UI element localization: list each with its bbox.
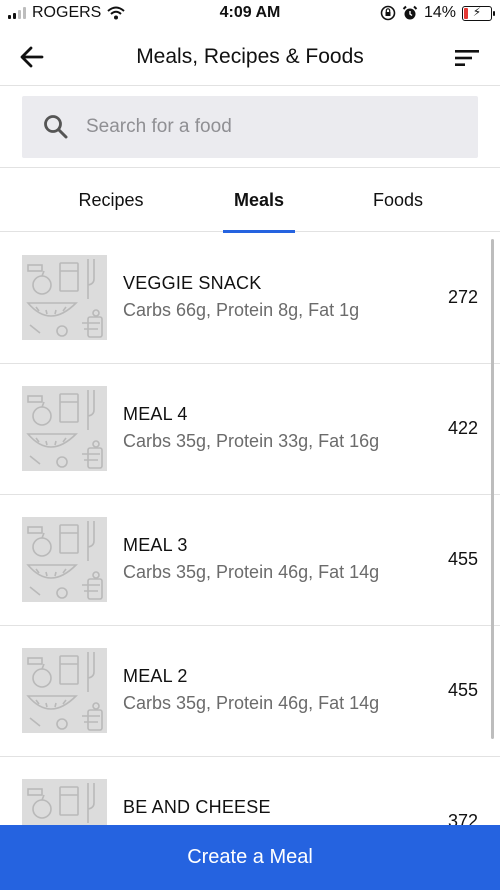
- status-right: 14% ⚡: [380, 4, 495, 22]
- meal-calories: 455: [447, 549, 478, 569]
- meal-name: MEAL 2: [123, 666, 188, 686]
- meal-calories: 272: [447, 287, 478, 307]
- meal-name: BE AND CHEESE: [123, 797, 271, 817]
- tab-meals[interactable]: Meals: [189, 168, 329, 233]
- meal-placeholder-image: [22, 779, 107, 825]
- tab-label: Meals: [233, 189, 285, 210]
- meal-row[interactable]: MEAL 3 Carbs 35g, Protein 46g, Fat 14g 4…: [0, 495, 500, 626]
- meal-placeholder-image: [22, 386, 107, 471]
- meal-row[interactable]: MEAL 4 Carbs 35g, Protein 33g, Fat 16g 4…: [0, 364, 500, 495]
- meal-row[interactable]: MEAL 2 Carbs 35g, Protein 46g, Fat 14g 4…: [0, 626, 500, 757]
- battery-percent: 14%: [423, 4, 456, 21]
- search-section: [0, 86, 500, 168]
- alarm-icon: [402, 5, 418, 20]
- meal-row[interactable]: BE AND CHEESE 372: [0, 757, 500, 825]
- list-scrollbar[interactable]: [491, 239, 494, 739]
- app-header: Meals, Recipes & Foods: [0, 28, 500, 86]
- meal-placeholder-image: [22, 517, 107, 602]
- meal-row[interactable]: VEGGIE SNACK Carbs 66g, Protein 8g, Fat …: [0, 233, 500, 364]
- status-bar: ROGERS 4:09 AM 14% ⚡: [0, 0, 500, 28]
- charging-bolt-icon: ⚡: [472, 4, 482, 19]
- sort-button[interactable]: [452, 43, 482, 73]
- search-input[interactable]: [86, 116, 446, 138]
- meal-calories: 422: [447, 418, 478, 438]
- orientation-lock-icon: [380, 5, 396, 21]
- meal-macros: Carbs 66g, Protein 8g, Fat 1g: [123, 300, 360, 320]
- search-box[interactable]: [22, 96, 478, 158]
- meal-name: MEAL 4: [123, 404, 188, 424]
- sort-icon: [455, 50, 479, 66]
- meal-macros: Carbs 35g, Protein 46g, Fat 14g: [123, 693, 380, 713]
- meals-list[interactable]: VEGGIE SNACK Carbs 66g, Protein 8g, Fat …: [0, 233, 500, 825]
- meal-calories: 455: [447, 680, 478, 700]
- battery-icon: ⚡: [462, 4, 495, 21]
- meal-placeholder-image: [22, 255, 107, 340]
- create-meal-button[interactable]: Create a Meal: [0, 825, 500, 890]
- meal-calories: 372: [447, 811, 478, 825]
- meal-name: MEAL 3: [123, 535, 188, 555]
- meal-name: VEGGIE SNACK: [123, 273, 262, 293]
- page-title: Meals, Recipes & Foods: [136, 45, 364, 68]
- tab-label: Foods: [372, 189, 424, 210]
- search-icon: [44, 115, 68, 139]
- tab-label: Recipes: [78, 189, 144, 210]
- tab-foods[interactable]: Foods: [328, 168, 468, 232]
- tab-bar: Recipes Meals Foods: [0, 168, 500, 233]
- meal-macros: Carbs 35g, Protein 33g, Fat 16g: [123, 431, 380, 451]
- meal-placeholder-image: [22, 648, 107, 733]
- tab-recipes[interactable]: Recipes: [41, 168, 181, 232]
- meal-macros: Carbs 35g, Protein 46g, Fat 14g: [123, 562, 380, 582]
